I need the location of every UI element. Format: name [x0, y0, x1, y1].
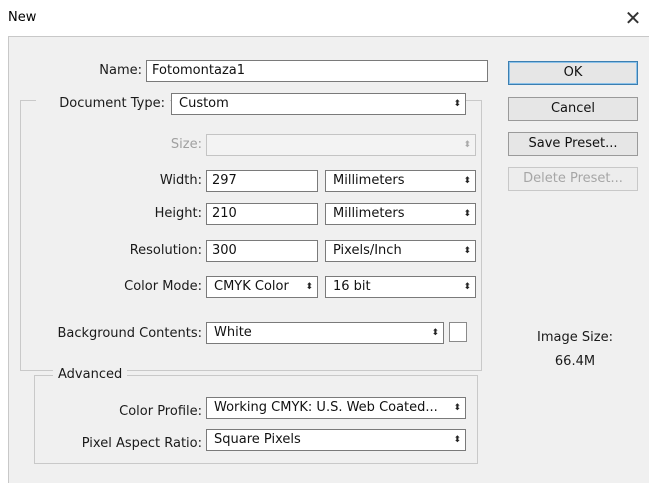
ok-button[interactable]: OK: [508, 61, 638, 85]
updown-arrows-icon: ⬍: [463, 209, 471, 219]
resolution-label: Resolution:: [129, 243, 202, 258]
height-label: Height:: [154, 206, 202, 221]
height-unit-value: Millimeters: [333, 206, 405, 221]
updown-arrows-icon: ⬍: [431, 328, 439, 338]
updown-arrows-icon: ⬍: [453, 99, 461, 109]
height-input[interactable]: 210: [206, 203, 318, 225]
color-profile-select[interactable]: Working CMYK: U.S. Web Coated... ⬍: [206, 397, 466, 419]
updown-arrows-icon: ⬍: [305, 282, 313, 292]
background-label: Background Contents:: [57, 326, 202, 341]
size-select: ⬍: [206, 134, 476, 156]
pixel-aspect-value: Square Pixels: [214, 432, 301, 447]
color-mode-select[interactable]: CMYK Color ⬍: [206, 276, 318, 298]
color-profile-value: Working CMYK: U.S. Web Coated...: [214, 400, 438, 415]
bit-depth-value: 16 bit: [333, 279, 371, 294]
background-color-swatch[interactable]: [449, 322, 467, 342]
pixel-aspect-label: Pixel Aspect Ratio:: [81, 436, 202, 451]
updown-arrows-icon: ⬍: [463, 246, 471, 256]
name-label: Name:: [99, 63, 142, 78]
close-icon[interactable]: ✕: [618, 4, 648, 32]
color-mode-value: CMYK Color: [214, 279, 289, 294]
updown-arrows-icon: ⬍: [463, 140, 471, 150]
pixel-aspect-select[interactable]: Square Pixels ⬍: [206, 429, 466, 451]
image-size-label: Image Size:: [537, 330, 613, 345]
document-type-label: Document Type:: [36, 96, 170, 111]
color-mode-label: Color Mode:: [124, 279, 202, 294]
cancel-button[interactable]: Cancel: [508, 97, 638, 121]
resolution-input[interactable]: 300: [206, 240, 318, 262]
image-size-value: 66.4M: [554, 354, 596, 369]
name-input[interactable]: Fotomontaza1: [146, 60, 488, 82]
document-type-value: Custom: [179, 96, 229, 111]
updown-arrows-icon: ⬍: [463, 176, 471, 186]
background-select[interactable]: White ⬍: [206, 322, 444, 344]
bit-depth-select[interactable]: 16 bit ⬍: [325, 276, 476, 298]
updown-arrows-icon: ⬍: [463, 282, 471, 292]
width-input[interactable]: 297: [206, 170, 318, 192]
advanced-legend: Advanced: [53, 367, 128, 382]
width-unit-value: Millimeters: [333, 173, 405, 188]
delete-preset-button: Delete Preset...: [508, 167, 638, 191]
document-type-select[interactable]: Custom ⬍: [171, 93, 466, 115]
background-value: White: [214, 325, 252, 340]
resolution-unit-value: Pixels/Inch: [333, 243, 402, 258]
height-unit-select[interactable]: Millimeters ⬍: [325, 203, 476, 225]
save-preset-button[interactable]: Save Preset...: [508, 132, 638, 156]
width-unit-select[interactable]: Millimeters ⬍: [325, 170, 476, 192]
window-title: New: [8, 10, 37, 25]
width-label: Width:: [159, 173, 202, 188]
title-bar: [0, 0, 649, 36]
color-profile-label: Color Profile:: [119, 404, 202, 419]
updown-arrows-icon: ⬍: [453, 435, 461, 445]
size-label: Size:: [170, 137, 202, 152]
resolution-unit-select[interactable]: Pixels/Inch ⬍: [325, 240, 476, 262]
updown-arrows-icon: ⬍: [453, 403, 461, 413]
